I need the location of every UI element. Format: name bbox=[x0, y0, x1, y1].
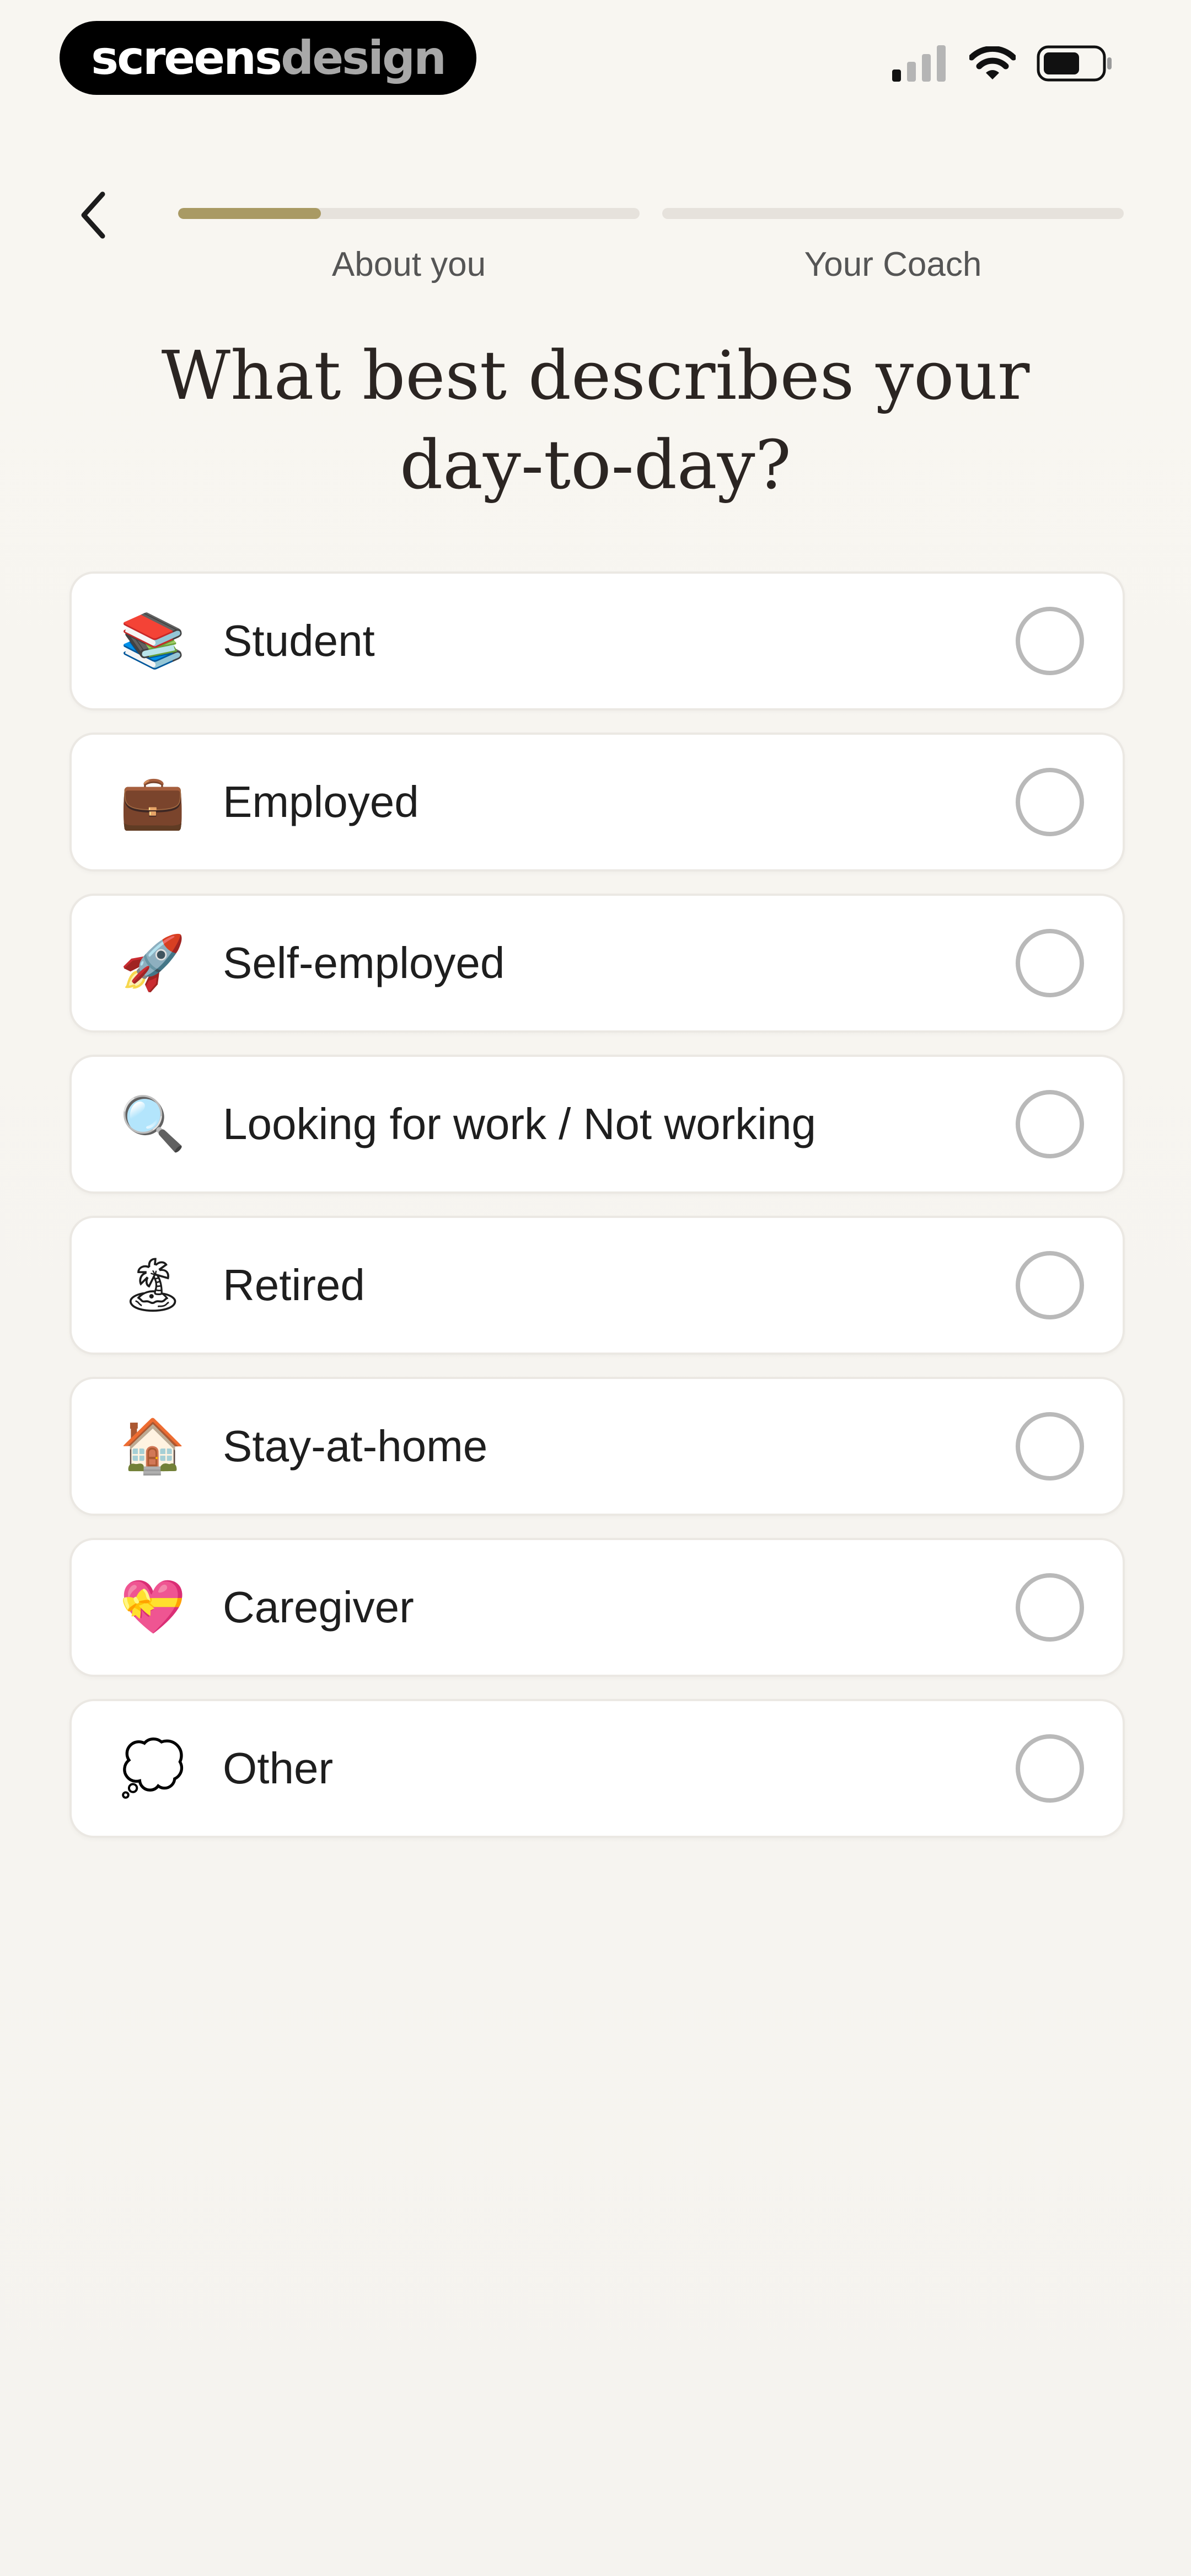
option-other[interactable]: 💭 Other bbox=[69, 1699, 1125, 1838]
option-self-employed[interactable]: 🚀 Self-employed bbox=[69, 894, 1125, 1033]
option-label: Retired bbox=[223, 1260, 365, 1310]
logo-text-design: design bbox=[281, 31, 447, 85]
screensdesign-logo: screensdesign bbox=[60, 21, 476, 95]
option-label: Student bbox=[223, 616, 375, 665]
chevron-left-icon bbox=[81, 191, 105, 239]
step-label-about-you: About you bbox=[331, 245, 486, 284]
island-icon: 🏝 bbox=[119, 1255, 186, 1314]
option-student[interactable]: 📚 Student bbox=[69, 571, 1125, 710]
radio-button[interactable] bbox=[1016, 768, 1084, 836]
option-caregiver[interactable]: 💝 Caregiver bbox=[69, 1538, 1125, 1677]
step-label-your-coach: Your Coach bbox=[804, 245, 982, 284]
radio-button[interactable] bbox=[1016, 929, 1084, 997]
option-label: Employed bbox=[223, 777, 419, 826]
radio-button[interactable] bbox=[1016, 607, 1084, 675]
status-icons bbox=[892, 44, 1114, 83]
option-label: Caregiver bbox=[223, 1583, 414, 1632]
thought-bubble-icon: 💭 bbox=[120, 1739, 186, 1798]
radio-button[interactable] bbox=[1016, 1734, 1084, 1803]
option-label: Looking for work / Not working bbox=[223, 1099, 817, 1148]
progress-bar-about-you bbox=[178, 208, 640, 219]
progress-bar-your-coach bbox=[662, 208, 1124, 219]
logo-text-screens: screens bbox=[91, 31, 282, 85]
progress-fill-about-you bbox=[178, 208, 321, 219]
option-list: 📚 Student 💼 Employed 🚀 Self-employed 🔍 L… bbox=[69, 571, 1125, 1860]
cellular-signal-icon bbox=[892, 45, 946, 82]
magnifying-glass-icon: 🔍 bbox=[120, 1094, 186, 1153]
radio-button[interactable] bbox=[1016, 1573, 1084, 1642]
house-icon: 🏠 bbox=[120, 1417, 186, 1476]
option-looking-for-work[interactable]: 🔍 Looking for work / Not working bbox=[69, 1055, 1125, 1194]
rocket-icon: 🚀 bbox=[120, 933, 186, 992]
page-title: What best describes your day-to-day? bbox=[161, 336, 1030, 504]
radio-button[interactable] bbox=[1016, 1090, 1084, 1158]
option-retired[interactable]: 🏝 Retired bbox=[69, 1216, 1125, 1355]
option-label: Other bbox=[223, 1744, 334, 1793]
option-label: Self-employed bbox=[223, 938, 505, 987]
option-label: Stay-at-home bbox=[223, 1421, 488, 1471]
wifi-icon bbox=[969, 46, 1016, 79]
back-button[interactable] bbox=[66, 182, 121, 248]
option-employed[interactable]: 💼 Employed bbox=[69, 733, 1125, 872]
heart-ribbon-icon: 💝 bbox=[120, 1578, 186, 1637]
books-icon: 📚 bbox=[120, 611, 186, 670]
briefcase-icon: 💼 bbox=[120, 772, 186, 831]
radio-button[interactable] bbox=[1016, 1251, 1084, 1319]
option-stay-at-home[interactable]: 🏠 Stay-at-home bbox=[69, 1377, 1125, 1516]
battery-icon bbox=[1037, 45, 1112, 82]
radio-button[interactable] bbox=[1016, 1412, 1084, 1481]
logo-text: screensdesign bbox=[91, 35, 447, 81]
